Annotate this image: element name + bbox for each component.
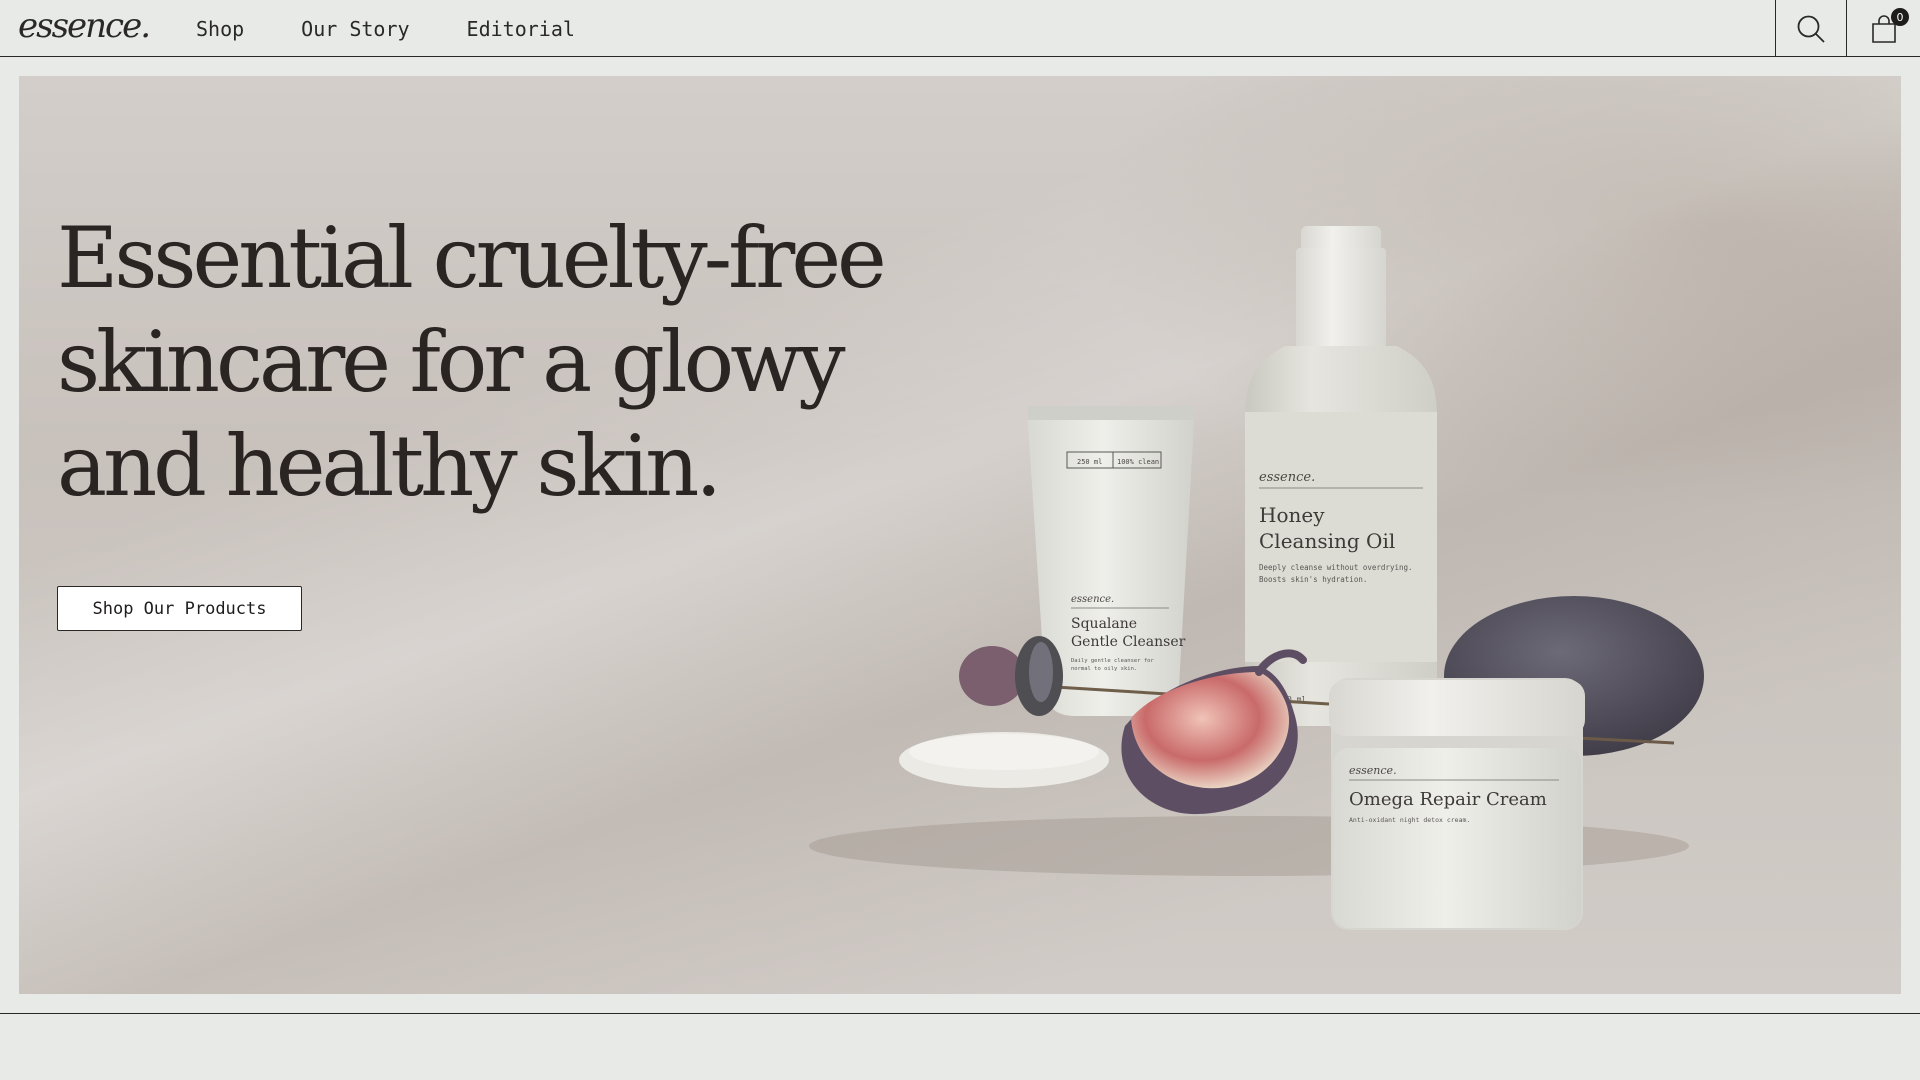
cleanser-brand-label: essence. bbox=[1071, 594, 1114, 605]
oil-name-line2: Cleansing Oil bbox=[1259, 529, 1395, 553]
oil-desc-line2: Boosts skin's hydration. bbox=[1259, 575, 1367, 584]
top-navigation-bar: essence. Shop Our Story Editorial 0 bbox=[0, 0, 1920, 57]
shop-products-button[interactable]: Shop Our Products bbox=[57, 586, 302, 631]
cream-desc-label: Anti-oxidant night detox cream. bbox=[1349, 816, 1470, 824]
hero-headline: Essential cruelty-free skincare for a gl… bbox=[57, 209, 887, 515]
repair-cream-jar: essence. Omega Repair Cream Anti-oxidant… bbox=[1329, 678, 1585, 930]
oil-desc-line1: Deeply cleanse without overdrying. bbox=[1259, 563, 1413, 572]
main-nav: Shop Our Story Editorial bbox=[196, 0, 575, 57]
cleanser-clean-tag: 100% clean bbox=[1117, 458, 1159, 466]
oil-brand-label: essence. bbox=[1259, 470, 1315, 485]
cream-name-label: Omega Repair Cream bbox=[1349, 789, 1547, 810]
cleanser-desc-line2: normal to oily skin. bbox=[1071, 666, 1137, 672]
search-button[interactable] bbox=[1775, 0, 1846, 57]
cleansing-oil-bottle: essence. Honey Cleansing Oil Deeply clea… bbox=[1245, 226, 1437, 726]
cleanser-volume-tag: 250 ml bbox=[1077, 458, 1102, 466]
nav-link-our-story[interactable]: Our Story bbox=[301, 17, 409, 41]
nav-link-shop[interactable]: Shop bbox=[196, 17, 244, 41]
cart-button[interactable]: 0 bbox=[1846, 0, 1920, 57]
cleanser-name-line1: Squalane bbox=[1071, 616, 1137, 632]
section-divider bbox=[0, 1013, 1920, 1014]
nav-link-editorial[interactable]: Editorial bbox=[467, 17, 575, 41]
oil-name-line1: Honey bbox=[1259, 503, 1325, 527]
search-icon bbox=[1797, 15, 1825, 43]
cream-brand-label: essence. bbox=[1349, 764, 1397, 777]
brand-logo[interactable]: essence. bbox=[18, 6, 151, 46]
hero-banner: essence. Honey Cleansing Oil Deeply clea… bbox=[19, 76, 1901, 994]
cleanser-name-line2: Gentle Cleanser bbox=[1071, 634, 1186, 650]
cart-count-badge: 0 bbox=[1891, 8, 1909, 26]
cleanser-desc-line1: Daily gentle cleanser for bbox=[1071, 658, 1154, 664]
